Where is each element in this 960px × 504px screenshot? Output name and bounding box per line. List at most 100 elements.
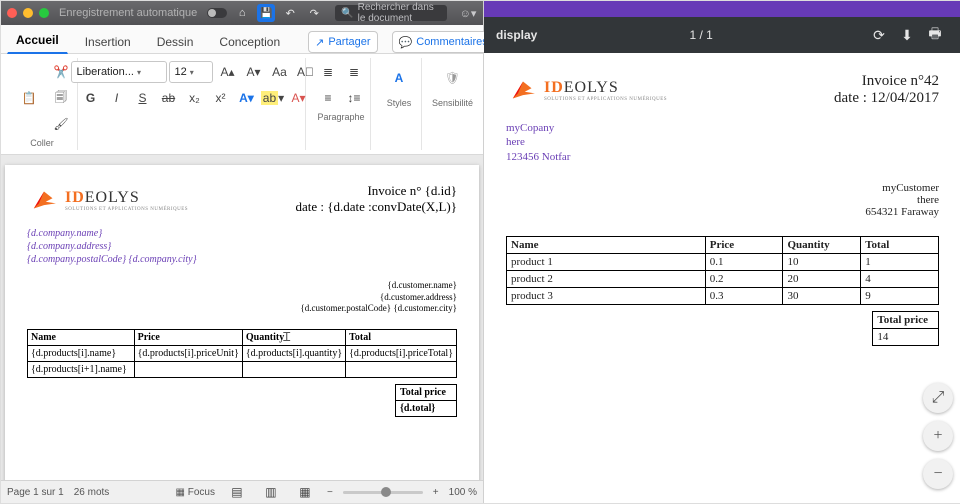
focus-mode-button[interactable]: ▦ Focus bbox=[175, 487, 214, 498]
zoom-in-button[interactable]: + bbox=[923, 421, 953, 451]
smiley-help-icon[interactable]: ☺︎▾ bbox=[459, 4, 477, 22]
sensitivity-label: Sensibilité bbox=[432, 98, 473, 108]
company-postal-field: {d.company.postalCode} {d.company.city} bbox=[27, 253, 457, 266]
search-placeholder: Rechercher dans le document bbox=[358, 2, 441, 24]
zoom-out-button[interactable]: − bbox=[923, 459, 953, 489]
styles-button[interactable]: A bbox=[381, 60, 417, 96]
increase-font-button[interactable]: A▴ bbox=[215, 60, 239, 84]
numbering-button[interactable]: ≣ bbox=[342, 60, 366, 84]
document-canvas[interactable]: IDEOLYS SOLUTIONS ET APPLICATIONS NUMÉRI… bbox=[1, 155, 483, 480]
fit-page-button[interactable]: ⤢ bbox=[923, 383, 953, 413]
table-header-row: Name Price Quantity Total bbox=[28, 330, 457, 346]
company-logo: IDEOLYS SOLUTIONS ET APPLICATIONS NUMÉRI… bbox=[506, 73, 667, 107]
word-editor-pane: Enregistrement automatique ⌂ 💾 ↶ ↷ 🔍 Rec… bbox=[1, 1, 484, 503]
strike-button[interactable]: ab bbox=[156, 86, 180, 110]
page-indicator[interactable]: Page 1 sur 1 bbox=[7, 487, 64, 498]
close-window-icon[interactable] bbox=[7, 8, 17, 18]
bullets-button[interactable]: ≣ bbox=[316, 60, 340, 84]
share-icon: ↗ bbox=[315, 36, 324, 49]
invoice-number: Invoice n°42 bbox=[834, 73, 939, 90]
browser-accent-bar bbox=[484, 1, 960, 17]
company-address-field: {d.company.address} bbox=[27, 240, 457, 253]
tab-design[interactable]: Conception bbox=[210, 29, 289, 54]
table-row: product 10.1101 bbox=[507, 253, 939, 270]
redo-icon[interactable]: ↷ bbox=[305, 4, 323, 22]
zoom-value[interactable]: 100 % bbox=[449, 487, 477, 498]
document-search[interactable]: 🔍 Rechercher dans le document bbox=[335, 5, 447, 21]
download-icon[interactable]: ⬇ bbox=[893, 27, 921, 44]
line-spacing-button[interactable]: ↕≡ bbox=[342, 86, 366, 110]
format-painter-button[interactable]: 🖌 bbox=[49, 112, 73, 136]
print-icon[interactable]: 🖶 bbox=[921, 23, 949, 47]
company-block: myCopany here 123456 Notfar bbox=[506, 121, 939, 164]
zoom-slider[interactable] bbox=[343, 491, 423, 494]
invoice-heading: Invoice n° {d.id} date : {d.date :convDa… bbox=[295, 183, 457, 215]
table-row: {d.products[i].name} {d.products[i].pric… bbox=[28, 346, 457, 362]
sensitivity-group: 🛡 Sensibilité bbox=[428, 58, 477, 150]
save-icon[interactable]: 💾 bbox=[257, 4, 275, 22]
total-table: Total price 14 bbox=[872, 311, 939, 346]
minimize-window-icon[interactable] bbox=[23, 8, 33, 18]
zoom-out-button[interactable]: − bbox=[327, 487, 333, 498]
comments-button[interactable]: 💬Commentaires bbox=[392, 31, 495, 53]
view-web-button[interactable]: ▥ bbox=[259, 480, 283, 504]
view-print-button[interactable]: ▤ bbox=[225, 480, 249, 504]
table-header-row: Name Price Quantity Total bbox=[507, 236, 939, 253]
paragraph-group: ≣ ≣ ≡ ↕≡ Paragraphe bbox=[312, 58, 371, 150]
template-page[interactable]: IDEOLYS SOLUTIONS ET APPLICATIONS NUMÉRI… bbox=[5, 165, 479, 480]
subscript-button[interactable]: x₂ bbox=[182, 86, 206, 110]
font-size-select[interactable]: 12▾ bbox=[169, 61, 213, 83]
ribbon-tabs: Accueil Insertion Dessin Conception ↗Par… bbox=[1, 25, 483, 54]
share-button[interactable]: ↗Partager bbox=[308, 31, 377, 53]
sensitivity-button[interactable]: 🛡 bbox=[434, 60, 470, 96]
company-logo: IDEOLYS SOLUTIONS ET APPLICATIONS NUMÉRI… bbox=[27, 183, 188, 217]
bold-button[interactable]: G bbox=[78, 86, 102, 110]
styles-label: Styles bbox=[387, 98, 412, 108]
highlight-button[interactable]: ab▾ bbox=[260, 86, 284, 110]
align-button[interactable]: ≡ bbox=[316, 86, 340, 110]
font-family-select[interactable]: Liberation...▾ bbox=[71, 61, 167, 83]
rotate-icon[interactable]: ⟳ bbox=[865, 27, 893, 44]
customer-block: myCustomer there 654321 Faraway bbox=[506, 182, 939, 218]
styles-group: A Styles bbox=[377, 58, 422, 150]
pdf-page[interactable]: IDEOLYS SOLUTIONS ET APPLICATIONS NUMÉRI… bbox=[484, 53, 960, 503]
paragraph-label: Paragraphe bbox=[317, 112, 364, 122]
hummingbird-icon bbox=[506, 73, 540, 107]
autosave-toggle[interactable] bbox=[207, 8, 227, 18]
undo-icon[interactable]: ↶ bbox=[281, 4, 299, 22]
text-cursor-icon: Ꮖ bbox=[283, 330, 291, 345]
autosave-label: Enregistrement automatique bbox=[59, 7, 197, 19]
table-row: {d.products[i+1].name} bbox=[28, 362, 457, 378]
decrease-font-button[interactable]: A▾ bbox=[241, 60, 265, 84]
pdf-page-indicator[interactable]: 1 / 1 bbox=[537, 28, 865, 42]
clipboard-group: 📋 ✂️ 🗐 🖌 Coller bbox=[7, 58, 78, 150]
table-row: product 30.3309 bbox=[507, 287, 939, 304]
word-count[interactable]: 26 mots bbox=[74, 487, 110, 498]
hummingbird-icon bbox=[27, 183, 61, 217]
tab-insert[interactable]: Insertion bbox=[76, 29, 140, 54]
tab-draw[interactable]: Dessin bbox=[148, 29, 203, 54]
pdf-viewer-pane: display 1 / 1 ⟳ ⬇ 🖶 IDEOLYS SOLUTIONS ET… bbox=[484, 1, 960, 503]
maximize-window-icon[interactable] bbox=[39, 8, 49, 18]
search-icon: 🔍 bbox=[341, 8, 353, 19]
change-case-button[interactable]: Aa bbox=[267, 60, 291, 84]
invoice-heading: Invoice n°42 date : 12/04/2017 bbox=[834, 73, 939, 107]
status-bar: Page 1 sur 1 26 mots ▦ Focus ▤ ▥ ▦ − + 1… bbox=[1, 480, 483, 503]
superscript-button[interactable]: x² bbox=[208, 86, 232, 110]
font-color-button[interactable]: A▾ bbox=[286, 86, 310, 110]
view-outline-button[interactable]: ▦ bbox=[293, 480, 317, 504]
text-effects-button[interactable]: A▾ bbox=[234, 86, 258, 110]
cut-button[interactable]: ✂️ bbox=[49, 60, 73, 84]
pdf-title: display bbox=[496, 28, 537, 42]
titlebar: Enregistrement automatique ⌂ 💾 ↶ ↷ 🔍 Rec… bbox=[1, 1, 483, 25]
zoom-in-button[interactable]: + bbox=[433, 487, 439, 498]
home-icon[interactable]: ⌂ bbox=[233, 4, 251, 22]
tab-home[interactable]: Accueil bbox=[7, 27, 68, 54]
total-template-table: Total price {d.total} bbox=[395, 384, 457, 417]
copy-button[interactable]: 🗐 bbox=[49, 86, 73, 110]
paste-button[interactable]: 📋 bbox=[11, 80, 47, 116]
customer-block: {d.customer.name} {d.customer.address} {… bbox=[27, 280, 457, 315]
italic-button[interactable]: I bbox=[104, 86, 128, 110]
products-table: Name Price Quantity Total product 10.110… bbox=[506, 236, 939, 305]
underline-button[interactable]: S bbox=[130, 86, 154, 110]
